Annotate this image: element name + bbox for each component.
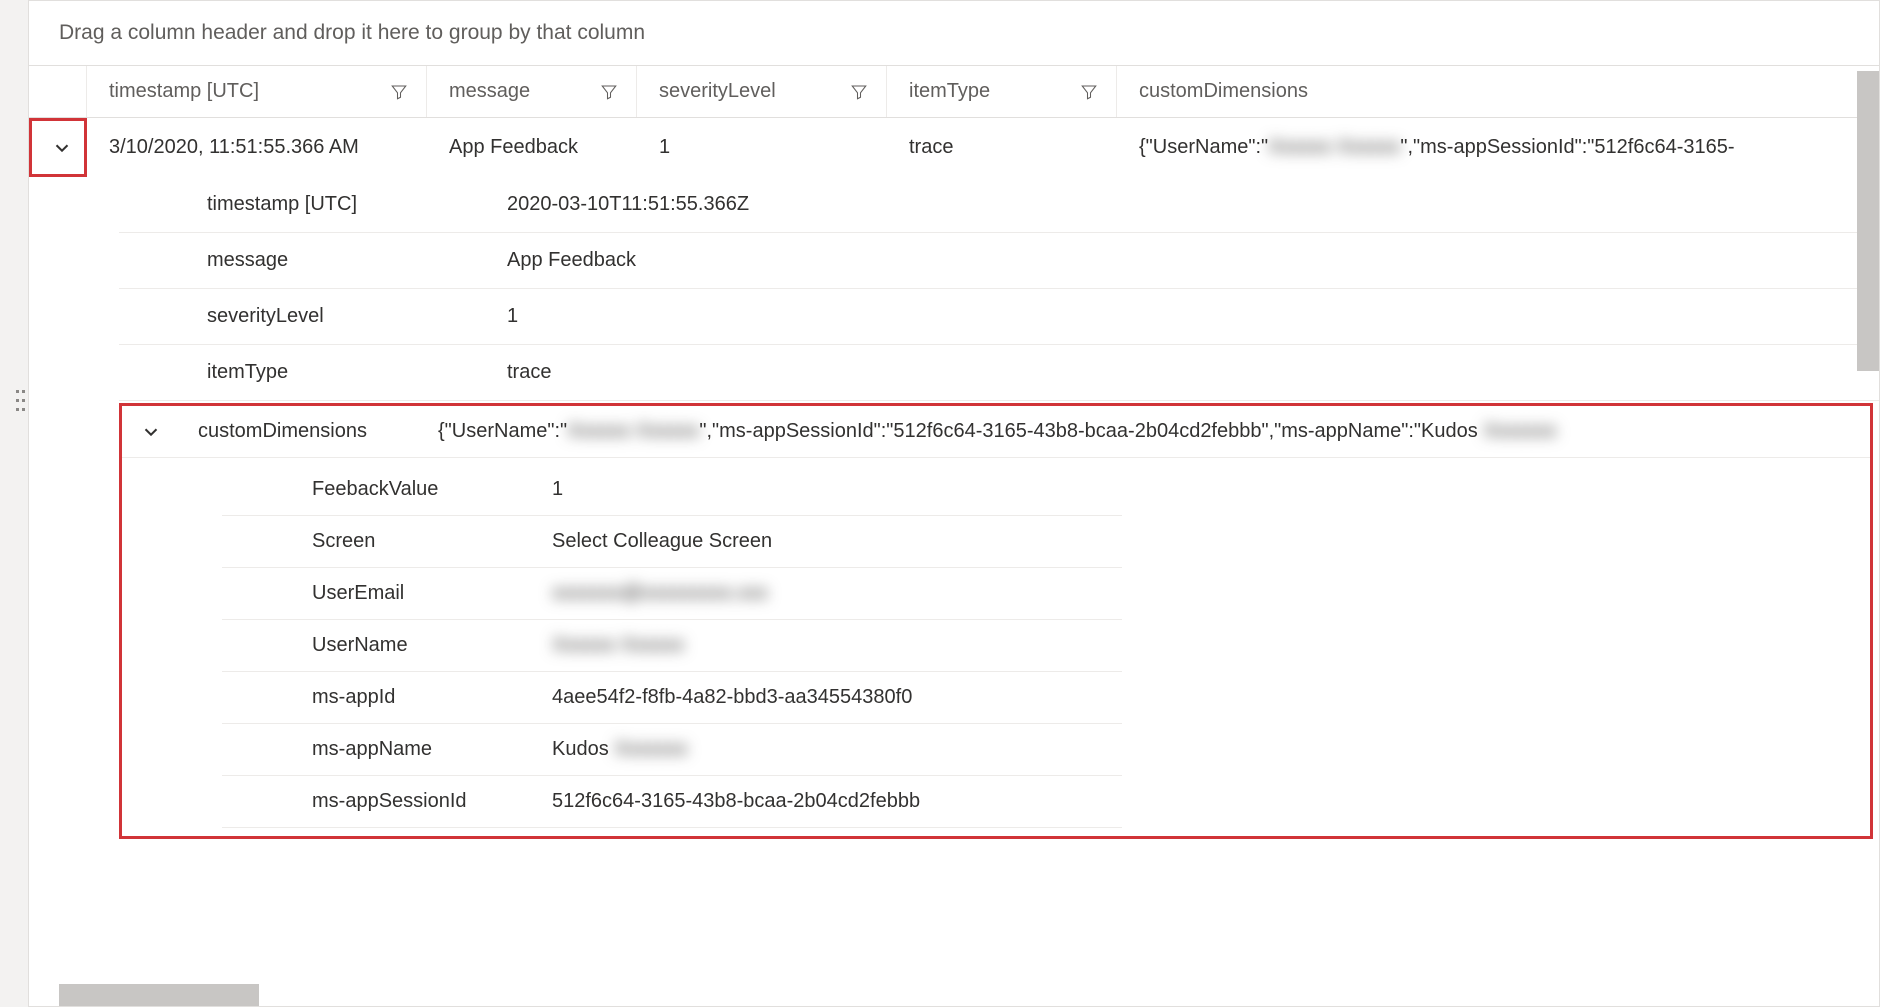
chevron-down-icon[interactable] (140, 421, 162, 443)
column-header-customdimensions[interactable]: customDimensions (1117, 66, 1879, 117)
cd-value: xxxxxxx@xxxxxxxxx.xxx (552, 582, 1122, 605)
horizontal-scrollbar[interactable] (59, 984, 1849, 1006)
cd-key: UserName (312, 634, 552, 657)
column-header-timestamp[interactable]: timestamp [UTC] (87, 66, 427, 117)
cd-value: 1 (552, 478, 1122, 501)
cd-suffix: ","ms-appSessionId":"512f6c64-3165- (1400, 136, 1734, 158)
results-grid-panel: Drag a column header and drop it here to… (28, 0, 1880, 1007)
cd-kv-screen: Screen Select Colleague Screen (222, 516, 1122, 568)
cd-kv-useremail: UserEmail xxxxxxx@xxxxxxxxx.xxx (222, 568, 1122, 620)
cell-itemtype: trace (887, 118, 1117, 177)
cd-value: 512f6c64-3165-43b8-bcaa-2b04cd2febbb (552, 790, 1122, 813)
cd-value: 4aee54f2-f8fb-4a82-bbd3-aa34554380f0 (552, 686, 1122, 709)
expand-row-toggle[interactable] (29, 118, 87, 177)
detail-kv-message: message App Feedback (119, 233, 1879, 289)
cd-value: Xxxxxx Xxxxxx (552, 634, 1122, 657)
cd-key: UserEmail (312, 582, 552, 605)
table-header-row: timestamp [UTC] message severityLevel it… (29, 66, 1879, 118)
redacted-appname-suffix: Xxxxxxx (1483, 420, 1556, 443)
detail-key: customDimensions (198, 420, 438, 443)
detail-key: severityLevel (207, 305, 507, 328)
column-label: customDimensions (1139, 80, 1308, 103)
cell-severitylevel: 1 (637, 118, 887, 177)
horizontal-scroll-thumb[interactable] (59, 984, 259, 1006)
column-label: itemType (909, 80, 990, 103)
redacted-useremail: xxxxxxx@xxxxxxxxx.xxx (552, 582, 768, 605)
redacted-username: Xxxxxx Xxxxxx (567, 420, 699, 443)
redacted-username: Xxxxxx Xxxxxx (1268, 136, 1400, 159)
cd-kv-feedbackvalue: FeebackValue 1 (222, 464, 1122, 516)
group-by-drop-area[interactable]: Drag a column header and drop it here to… (29, 1, 1879, 66)
detail-key: itemType (207, 361, 507, 384)
cd-value: Select Colleague Screen (552, 530, 1122, 553)
cd-kv-username: UserName Xxxxxx Xxxxxx (222, 620, 1122, 672)
cd-key: ms-appName (312, 738, 552, 761)
table-row[interactable]: 3/10/2020, 11:51:55.366 AM App Feedback … (29, 118, 1879, 177)
group-by-hint: Drag a column header and drop it here to… (59, 21, 645, 44)
cd-value-text: Kudos (552, 738, 609, 760)
cd-key: ms-appId (312, 686, 552, 709)
filter-icon[interactable] (390, 83, 408, 101)
custom-dimensions-panel: customDimensions {"UserName":"Xxxxxx Xxx… (119, 403, 1873, 839)
cd-mid: ","ms-appSessionId":"512f6c64-3165-43b8-… (699, 420, 1483, 442)
filter-icon[interactable] (1080, 83, 1098, 101)
panel-drag-handle[interactable] (16, 390, 26, 414)
cell-message: App Feedback (427, 118, 637, 177)
vertical-scrollbar[interactable] (1857, 71, 1879, 371)
column-header-message[interactable]: message (427, 66, 637, 117)
redacted-username: Xxxxxx Xxxxxx (552, 634, 684, 657)
detail-kv-timestamp: timestamp [UTC] 2020-03-10T11:51:55.366Z (119, 177, 1879, 233)
cd-kv-ms-appid: ms-appId 4aee54f2-f8fb-4a82-bbd3-aa34554… (222, 672, 1122, 724)
detail-value: trace (507, 361, 1879, 384)
detail-value: 1 (507, 305, 1879, 328)
column-label: severityLevel (659, 80, 776, 103)
custom-dimensions-header[interactable]: customDimensions {"UserName":"Xxxxxx Xxx… (122, 406, 1870, 458)
detail-value: 2020-03-10T11:51:55.366Z (507, 193, 1879, 216)
column-label: timestamp [UTC] (109, 80, 259, 103)
detail-kv-itemtype: itemType trace (119, 345, 1879, 401)
cell-customdimensions: {"UserName":"Xxxxxx Xxxxxx","ms-appSessi… (1117, 118, 1879, 177)
column-header-severitylevel[interactable]: severityLevel (637, 66, 887, 117)
filter-icon[interactable] (600, 83, 618, 101)
cd-value: Kudos Xxxxxxx (552, 738, 1122, 761)
cell-timestamp: 3/10/2020, 11:51:55.366 AM (87, 118, 427, 177)
detail-key: message (207, 249, 507, 272)
cd-prefix: {"UserName":" (1139, 136, 1268, 158)
cd-key: Screen (312, 530, 552, 553)
filter-icon[interactable] (850, 83, 868, 101)
detail-value: App Feedback (507, 249, 1879, 272)
detail-key: timestamp [UTC] (207, 193, 507, 216)
cd-kv-ms-appsessionid: ms-appSessionId 512f6c64-3165-43b8-bcaa-… (222, 776, 1122, 828)
cd-key: ms-appSessionId (312, 790, 552, 813)
expand-column-header (29, 66, 87, 117)
column-header-itemtype[interactable]: itemType (887, 66, 1117, 117)
detail-kv-severitylevel: severityLevel 1 (119, 289, 1879, 345)
chevron-down-icon (51, 137, 73, 159)
cd-prefix: {"UserName":" (438, 420, 567, 442)
custom-dimensions-items: FeebackValue 1 Screen Select Colleague S… (222, 464, 1870, 828)
column-label: message (449, 80, 530, 103)
cd-key: FeebackValue (312, 478, 552, 501)
row-detail-panel: timestamp [UTC] 2020-03-10T11:51:55.366Z… (119, 177, 1879, 401)
redacted-appname-suffix: Xxxxxxx (614, 738, 687, 761)
detail-value: {"UserName":"Xxxxxx Xxxxxx","ms-appSessi… (438, 420, 1870, 443)
cd-kv-ms-appname: ms-appName Kudos Xxxxxxx (222, 724, 1122, 776)
